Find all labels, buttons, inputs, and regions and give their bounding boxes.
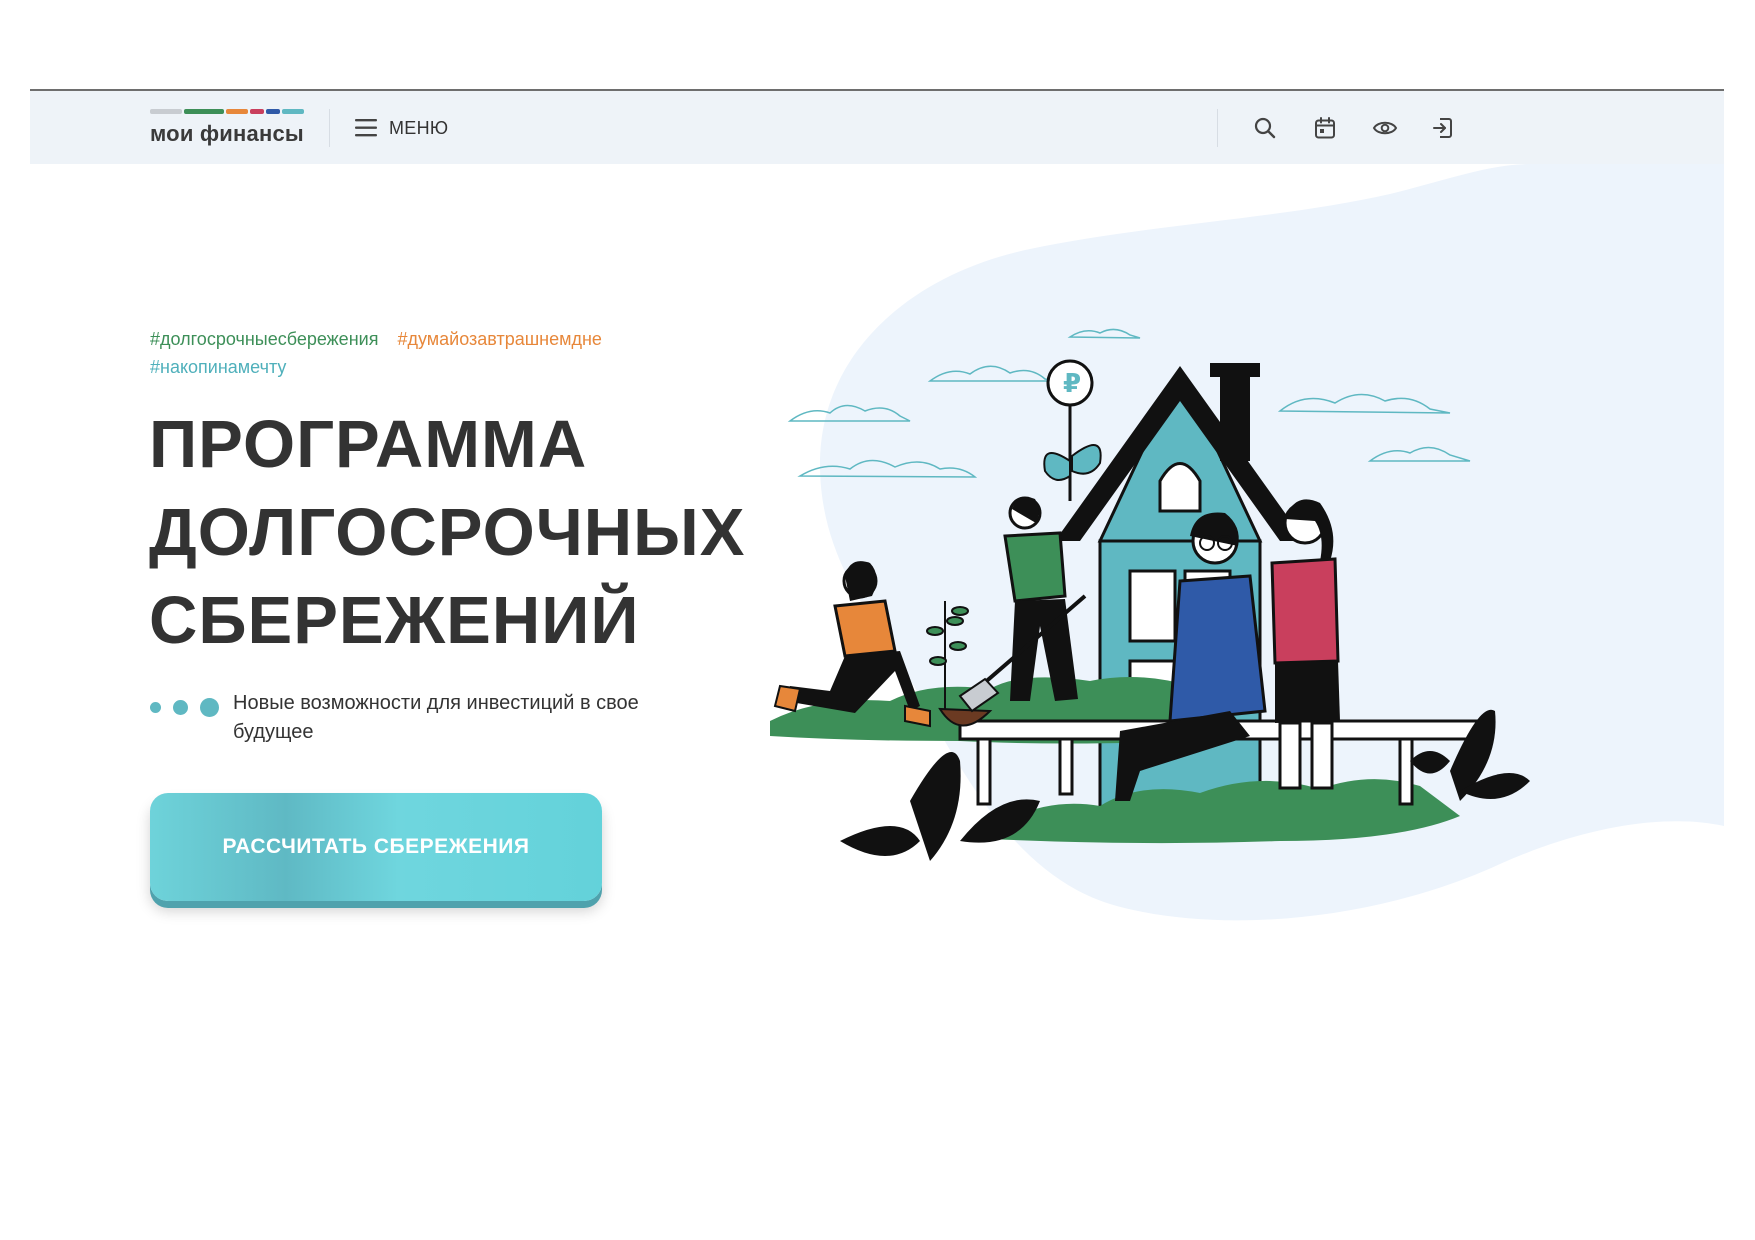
page-title-line: ПРОГРАММА — [149, 407, 588, 482]
hashtag-think-about-tomorrow[interactable]: #думайозавтрашнемдне — [397, 329, 601, 349]
page-title: ПРОГРАММА ДОЛГОСРОЧНЫХ СБЕРЕЖЕНИЙ — [149, 401, 769, 665]
login-icon[interactable] — [1429, 114, 1457, 142]
logo-text: мои финансы — [150, 121, 304, 146]
dot — [173, 700, 188, 715]
top-navigation-bar: мои финансы МЕНЮ — [30, 91, 1724, 164]
logo-bar-segment — [250, 109, 264, 114]
person-planting — [773, 561, 931, 728]
page-title-line: ДОЛГОСРОЧНЫХ — [149, 495, 746, 570]
dot — [150, 702, 161, 713]
hamburger-icon — [355, 119, 377, 137]
logo-color-bar — [150, 109, 304, 114]
person-standing — [1270, 499, 1340, 790]
search-icon[interactable] — [1251, 114, 1279, 142]
calendar-icon[interactable] — [1311, 114, 1339, 142]
logo[interactable]: мои финансы — [150, 109, 306, 149]
family-house-illustration: ₽ — [770, 328, 1530, 861]
hero-subtitle: Новые возможности для инвестиций в свое … — [233, 692, 639, 743]
header-divider — [329, 109, 330, 147]
decorative-dots — [150, 698, 219, 717]
logo-bar-segment — [266, 109, 280, 114]
dot — [200, 698, 219, 717]
calculate-savings-button[interactable]: РАССЧИТАТЬ СБЕРЕЖЕНИЯ — [150, 793, 602, 901]
ruble-coin-icon: ₽ — [1043, 359, 1102, 501]
header-divider — [1217, 109, 1218, 147]
logo-bar-segment — [150, 109, 182, 114]
logo-bar-segment — [184, 109, 224, 114]
page-frame: мои финансы МЕНЮ #долгосрочныесбережения — [30, 89, 1724, 941]
menu-label: МЕНЮ — [389, 117, 449, 138]
logo-bar-segment — [226, 109, 248, 114]
logo-bar-segment — [282, 109, 304, 114]
calculate-savings-label: РАССЧИТАТЬ СБЕРЕЖЕНИЯ — [222, 835, 530, 858]
menu-button[interactable]: МЕНЮ — [355, 113, 448, 143]
hashtags: #долгосрочныесбережения #думайозавтрашне… — [150, 325, 710, 381]
page-title-line: СБЕРЕЖЕНИЙ — [149, 583, 640, 658]
svg-text:₽: ₽ — [1063, 369, 1081, 399]
hashtag-long-term-savings[interactable]: #долгосрочныесбережения — [150, 329, 378, 349]
eye-icon[interactable] — [1371, 114, 1399, 142]
hashtag-save-for-dream[interactable]: #накопинамечту — [150, 357, 286, 377]
